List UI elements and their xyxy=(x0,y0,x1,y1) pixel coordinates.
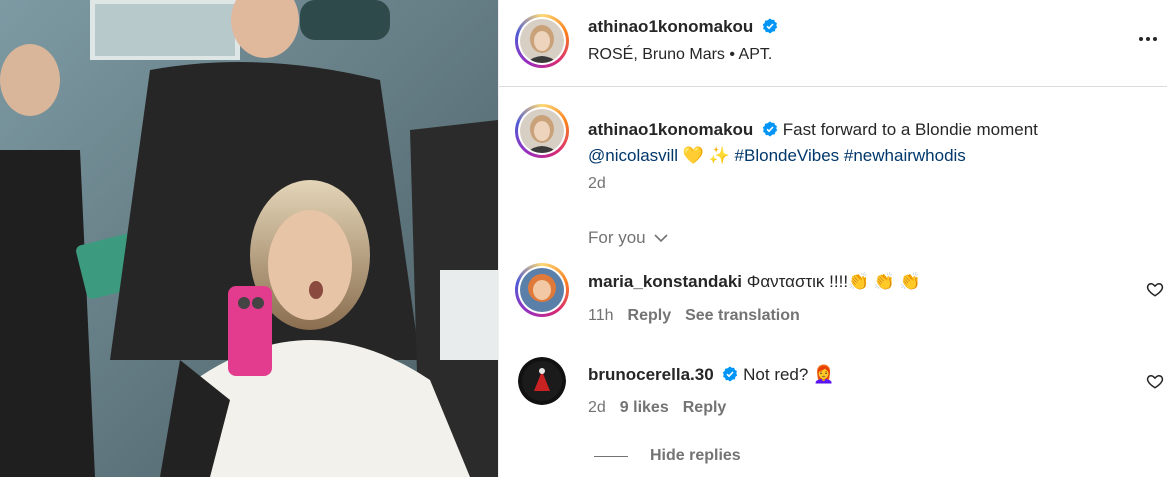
audio-link[interactable]: ROSÉ, Bruno Mars • APT. xyxy=(588,46,772,64)
see-translation-button[interactable]: See translation xyxy=(685,307,800,325)
caption: athinao1konomakou Fast forward to a Blon… xyxy=(588,117,1148,169)
comment-timestamp: 11h xyxy=(588,307,614,324)
verified-badge-icon xyxy=(762,18,777,34)
replies-divider xyxy=(594,455,628,457)
header-username[interactable]: athinao1konomakou xyxy=(588,17,753,36)
caption-timestamp: 2d xyxy=(588,175,606,192)
verified-badge-icon xyxy=(762,121,778,137)
chevron-down-icon xyxy=(654,234,668,243)
verified-badge-icon xyxy=(723,366,738,382)
header-title: athinao1konomakou xyxy=(588,17,778,37)
comment-text: Φανταστικ !!!!👏 👏 👏 xyxy=(746,272,921,291)
caption-author-avatar[interactable] xyxy=(515,104,569,158)
heart-icon xyxy=(1146,282,1164,297)
comment: brunocerella.30 Not red? 👩‍🦰 xyxy=(588,365,834,385)
comment: maria_konstandaki Φανταστικ !!!!👏 👏 👏 xyxy=(588,272,921,292)
author-avatar-image xyxy=(520,19,564,63)
caption-avatar-image xyxy=(520,109,564,153)
post-header: athinao1konomakou ROSÉ, Bruno Mars • APT… xyxy=(499,0,1167,87)
like-comment-button[interactable] xyxy=(1146,280,1164,298)
video-frame-image xyxy=(0,0,498,477)
hide-replies-button[interactable]: Hide replies xyxy=(594,447,741,465)
mention-link[interactable]: @nicolasvill xyxy=(588,146,678,165)
hashtag-link[interactable]: #newhairwhodis xyxy=(844,146,966,165)
commenter-avatar-image xyxy=(518,357,566,405)
more-options-button[interactable] xyxy=(1137,28,1159,50)
commenter-avatar[interactable] xyxy=(518,357,566,405)
author-avatar[interactable] xyxy=(515,14,569,68)
heart-icon xyxy=(1146,374,1164,389)
comment-timestamp: 2d xyxy=(588,399,606,416)
comments-panel: athinao1konomakou ROSÉ, Bruno Mars • APT… xyxy=(498,0,1167,477)
hide-replies-label: Hide replies xyxy=(650,447,741,464)
for-you-filter[interactable]: For you xyxy=(588,228,670,248)
for-you-label: For you xyxy=(588,228,646,247)
more-horizontal-icon xyxy=(1139,37,1157,41)
comment-actions: 11h Reply See translation xyxy=(588,307,800,325)
comment-username[interactable]: brunocerella.30 xyxy=(588,365,714,384)
post-video[interactable] xyxy=(0,0,498,477)
commenter-avatar-image xyxy=(520,268,564,312)
comment-text: Not red? 👩‍🦰 xyxy=(743,365,835,384)
caption-emojis: 💛 ✨ xyxy=(682,146,730,165)
comment-actions: 2d 9 likes Reply xyxy=(588,399,726,417)
commenter-avatar[interactable] xyxy=(515,263,569,317)
reply-button[interactable]: Reply xyxy=(628,307,672,325)
hashtag-link[interactable]: #BlondeVibes xyxy=(735,146,840,165)
caption-text: Fast forward to a Blondie moment xyxy=(782,120,1038,139)
comment-likes-count[interactable]: 9 likes xyxy=(620,399,669,417)
caption-username[interactable]: athinao1konomakou xyxy=(588,120,753,139)
like-comment-button[interactable] xyxy=(1146,372,1164,390)
reply-button[interactable]: Reply xyxy=(683,399,727,417)
post-view: athinao1konomakou ROSÉ, Bruno Mars • APT… xyxy=(0,0,1167,477)
comment-username[interactable]: maria_konstandaki xyxy=(588,272,742,291)
